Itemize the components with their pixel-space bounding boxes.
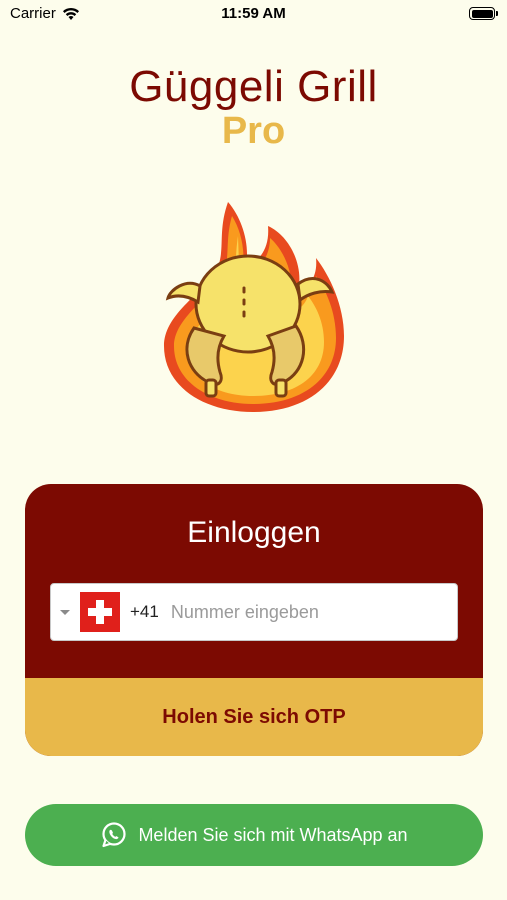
clock: 11:59 AM bbox=[221, 5, 286, 22]
app-subtitle: Pro bbox=[221, 110, 286, 152]
battery-icon bbox=[469, 7, 498, 20]
login-heading: Einloggen bbox=[187, 516, 321, 549]
get-otp-button[interactable]: Holen Sie sich OTP bbox=[25, 678, 483, 756]
login-card: Einloggen +41 Holen Sie sich OTP bbox=[25, 484, 483, 756]
phone-number-input[interactable] bbox=[170, 592, 457, 632]
phone-number-field: +41 bbox=[50, 583, 458, 641]
whatsapp-icon bbox=[102, 822, 127, 848]
whatsapp-login-button[interactable]: Melden Sie sich mit WhatsApp an bbox=[25, 804, 483, 866]
switzerland-flag-icon[interactable] bbox=[80, 592, 120, 632]
app-title: Güggeli Grill bbox=[129, 62, 378, 111]
country-dropdown-caret-icon[interactable] bbox=[60, 609, 70, 615]
whatsapp-login-label: Melden Sie sich mit WhatsApp an bbox=[138, 824, 408, 845]
flame-chicken-logo bbox=[164, 202, 344, 412]
dial-code: +41 bbox=[130, 602, 159, 621]
status-bar: Carrier 11:59 AM bbox=[0, 0, 507, 28]
